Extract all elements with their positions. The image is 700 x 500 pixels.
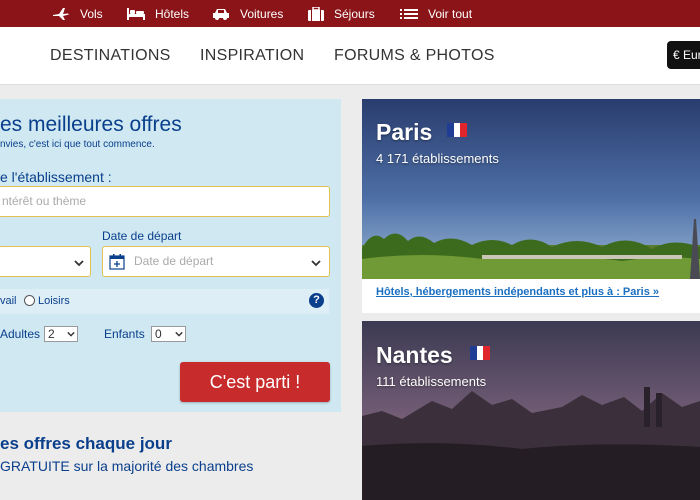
- france-flag-icon: [470, 346, 491, 360]
- plane-icon: [52, 7, 70, 21]
- topnav-label: Voitures: [240, 6, 284, 21]
- topnav-label: Voir tout: [428, 6, 473, 21]
- calendar-icon: [109, 254, 125, 270]
- topnav-label: Séjours: [334, 6, 375, 21]
- chevron-down-icon: [311, 260, 321, 267]
- trip-type-work-label[interactable]: vail: [0, 295, 17, 307]
- promo-subtitle-bold: GRATUITE: [0, 458, 70, 474]
- adults-value: 2: [48, 327, 55, 341]
- search-submit-button[interactable]: C'est parti !: [180, 362, 330, 402]
- departure-label: Date de départ: [102, 229, 182, 243]
- topnav-voir-tout[interactable]: Voir tout: [400, 0, 472, 27]
- destination-card-paris[interactable]: Paris 4 171 établissements Hôtels, héber…: [362, 99, 700, 313]
- currency-selector[interactable]: € Eur: [667, 41, 700, 69]
- nav-destinations[interactable]: DESTINATIONS: [50, 47, 171, 65]
- trip-type-leisure-radio[interactable]: [24, 295, 35, 306]
- main-nav: DESTINATIONS INSPIRATION FORUMS & PHOTOS: [0, 27, 700, 85]
- topnav-label: Vols: [80, 6, 103, 21]
- destination-label: e l'établissement :: [0, 169, 112, 185]
- search-subtitle: nvies, c'est ici que tout commence.: [0, 139, 155, 150]
- city-name: Nantes: [376, 342, 453, 368]
- topnav-hotels[interactable]: Hôtels: [127, 0, 189, 27]
- departure-placeholder: Date de départ: [134, 254, 214, 268]
- children-select[interactable]: 0: [151, 326, 186, 342]
- adults-select[interactable]: 2: [44, 326, 78, 342]
- chevron-down-icon: [175, 331, 183, 337]
- trip-type-leisure-label[interactable]: Loisirs: [38, 295, 70, 307]
- list-icon: [400, 8, 418, 20]
- nav-inspiration[interactable]: INSPIRATION: [200, 47, 304, 65]
- arrival-date-field[interactable]: [0, 246, 91, 277]
- bed-icon: [127, 7, 145, 20]
- topnav-sejours[interactable]: Séjours: [308, 0, 375, 27]
- destination-card-nantes[interactable]: Nantes 111 établissements: [362, 321, 700, 500]
- establishment-count: 4 171 établissements: [376, 151, 499, 166]
- chevron-down-icon: [67, 331, 75, 337]
- establishment-count: 111 établissements: [376, 374, 487, 389]
- help-icon[interactable]: ?: [309, 293, 324, 308]
- france-flag-icon: [447, 123, 468, 137]
- topnav-voitures[interactable]: Voitures: [212, 0, 283, 27]
- nav-forums-photos[interactable]: FORUMS & PHOTOS: [334, 47, 495, 65]
- adults-label: Adultes: [0, 327, 41, 341]
- departure-date-field[interactable]: Date de départ: [102, 246, 330, 277]
- topnav-vols[interactable]: Vols: [52, 0, 103, 27]
- destination-input[interactable]: ntérêt ou thème: [0, 186, 330, 217]
- promo-subtitle: GRATUITE sur la majorité des chambres: [0, 458, 253, 474]
- topnav-label: Hôtels: [155, 6, 190, 21]
- top-bar: Vols Hôtels Voitures Séjours Voir tout: [0, 0, 700, 27]
- suitcase-icon: [308, 6, 324, 21]
- children-label: Enfants: [104, 327, 145, 341]
- destination-placeholder: ntérêt ou thème: [2, 194, 87, 208]
- promo-title: es offres chaque jour: [0, 434, 172, 453]
- paris-link[interactable]: Hôtels, hébergements indépendants et plu…: [376, 286, 659, 298]
- car-icon: [212, 8, 230, 20]
- city-name: Paris: [376, 119, 433, 145]
- chevron-down-icon: [74, 260, 84, 267]
- promo-subtitle-rest: sur la majorité des chambres: [69, 458, 254, 474]
- search-title: es meilleures offres: [0, 113, 182, 136]
- children-value: 0: [155, 327, 162, 341]
